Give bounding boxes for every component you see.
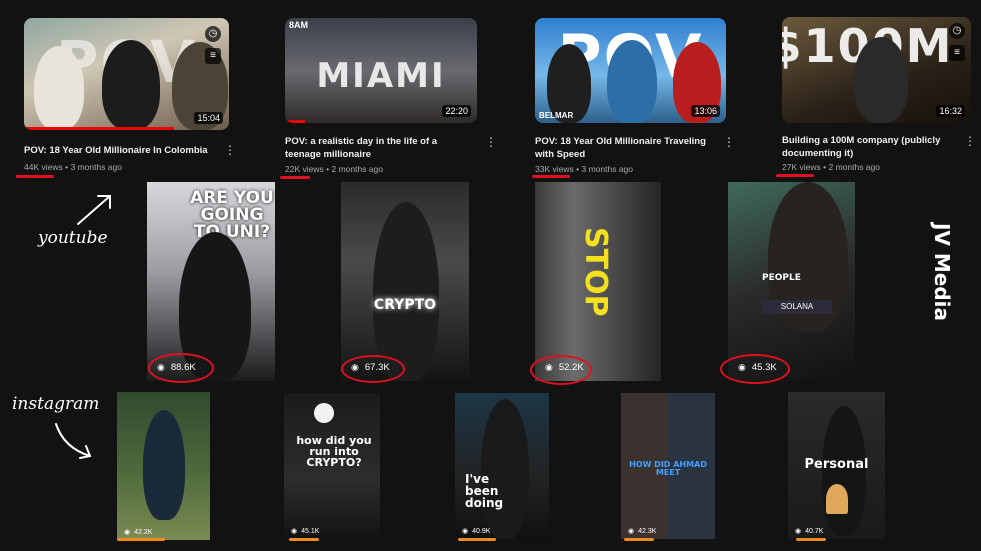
post-overlay-text: I've been doing xyxy=(465,472,504,510)
instagram-post-5[interactable]: Personal ◉ 40.7K xyxy=(788,392,885,539)
reel-overlay-text: PEOPLE xyxy=(762,273,801,283)
highlight-underline xyxy=(458,538,496,541)
video-title[interactable]: POV: 18 Year Old Millionaire In Colombia xyxy=(24,144,214,157)
more-options-icon[interactable]: ⋮ xyxy=(964,135,976,147)
highlight-underline xyxy=(532,175,570,178)
instagram-post-4[interactable]: HOW DID AHMAD MEET ◉ 42.3K xyxy=(621,393,715,539)
person-figure xyxy=(143,410,185,520)
highlight-circle xyxy=(148,353,214,383)
channel-tag: 8AM xyxy=(289,20,309,30)
more-options-icon[interactable]: ⋮ xyxy=(485,136,497,148)
duration-badge: 15:04 xyxy=(194,112,223,124)
eye-icon: ◉ xyxy=(462,528,469,535)
highlight-underline xyxy=(289,538,319,541)
highlight-underline xyxy=(624,538,654,541)
upload-age: 2 months ago xyxy=(331,164,383,174)
post-overlay-text: Personal xyxy=(804,457,869,472)
highlight-underline xyxy=(776,174,814,177)
brand-watermark: JV Media xyxy=(922,210,962,340)
upload-age: 3 months ago xyxy=(70,162,122,172)
reel-overlay-text: STOP xyxy=(578,227,613,317)
reel-overlay-text: ARE YOU GOING TO UNI? xyxy=(190,188,274,242)
post-overlay-text: how did you run into CRYPTO? xyxy=(296,434,372,469)
video-thumbnail[interactable]: $100M ◷ ≡ 16:32 xyxy=(782,17,971,123)
arrow-annotation-icon xyxy=(55,423,92,459)
person-figure xyxy=(854,37,908,123)
eye-icon: ◉ xyxy=(795,528,802,535)
moon-shape xyxy=(314,403,334,423)
duration-badge: 13:06 xyxy=(691,105,720,117)
video-meta: 33K views • 3 months ago xyxy=(535,164,633,174)
highlight-underline xyxy=(796,538,826,541)
highlight-circle xyxy=(720,354,790,384)
more-options-icon[interactable]: ⋮ xyxy=(723,136,735,148)
thumbnail-overlay-text: MIAMI xyxy=(316,56,446,96)
upload-age: 3 months ago xyxy=(581,164,633,174)
instagram-post-3[interactable]: I've been doing ◉ 40.9K xyxy=(455,393,549,539)
view-count: ◉ 40.9K xyxy=(462,527,491,536)
view-count: ◉ 45.1K xyxy=(291,527,320,536)
instagram-post-2[interactable]: how did you run into CRYPTO? ◉ 45.1K xyxy=(284,393,380,539)
view-count: ◉ 40.7K xyxy=(795,527,824,536)
person-figure xyxy=(373,202,439,381)
reel-overlay-text: CRYPTO xyxy=(373,297,437,313)
person-figure xyxy=(34,46,84,130)
video-thumbnail[interactable]: 8AM MIAMI 22:20 xyxy=(285,18,477,123)
youtube-label: youtube xyxy=(38,228,108,248)
highlight-underline xyxy=(117,538,165,541)
video-thumbnail[interactable]: POV ◷ ≡ 15:04 xyxy=(24,18,229,130)
ticker-chip: SOLANA xyxy=(762,300,832,314)
video-meta: 44K views • 3 months ago xyxy=(24,162,122,172)
watch-later-icon[interactable]: ◷ xyxy=(949,23,965,39)
post-overlay-text: HOW DID AHMAD MEET xyxy=(629,460,707,477)
instagram-post-1[interactable]: ◉ 42.2K xyxy=(117,392,210,540)
more-options-icon[interactable]: ⋮ xyxy=(224,144,236,156)
upload-age: 2 months ago xyxy=(828,162,880,172)
video-meta: 22K views • 2 months ago xyxy=(285,164,383,174)
video-thumbnail[interactable]: POV BELMAR 13:06 xyxy=(535,18,726,123)
person-figure xyxy=(102,40,160,130)
eye-icon: ◉ xyxy=(628,528,635,535)
highlight-circle xyxy=(530,355,592,385)
video-meta: 27K views • 2 months ago xyxy=(782,162,880,172)
person-figure xyxy=(481,399,529,539)
watch-later-icon[interactable]: ◷ xyxy=(205,26,221,42)
add-to-queue-icon[interactable]: ≡ xyxy=(949,45,965,61)
eye-icon: ◉ xyxy=(291,528,298,535)
person-emoji-icon xyxy=(826,484,848,514)
video-title[interactable]: Building a 100M company (publicly docume… xyxy=(782,134,952,160)
reel-card-2[interactable]: CRYPTO ◉ 67.3K xyxy=(341,182,469,381)
instagram-label: instagram xyxy=(12,394,100,414)
view-count: 22K views xyxy=(285,164,324,174)
view-count: 27K views xyxy=(782,162,821,172)
view-count: ◉ 42.2K xyxy=(124,528,153,537)
brand-text: JV Media xyxy=(930,222,954,322)
person-figure xyxy=(607,40,657,123)
add-to-queue-icon[interactable]: ≡ xyxy=(205,48,221,64)
reel-card-3[interactable]: STOP ◉ 52.2K xyxy=(535,182,661,381)
highlight-circle xyxy=(341,355,405,383)
highlight-underline xyxy=(16,175,54,178)
arrow-annotation-icon xyxy=(77,195,111,225)
watch-progress-bar xyxy=(24,127,174,130)
channel-tag: BELMAR xyxy=(539,111,574,120)
duration-badge: 22:20 xyxy=(442,105,471,117)
reel-card-4[interactable]: PEOPLE SOLANA ◉ 45.3K xyxy=(728,182,855,381)
view-count: ◉ 42.3K xyxy=(628,527,657,536)
video-title[interactable]: POV: 18 Year Old Millionaire Traveling w… xyxy=(535,135,707,161)
duration-badge: 16:32 xyxy=(936,105,965,117)
highlight-underline xyxy=(280,176,310,179)
view-count: 33K views xyxy=(535,164,574,174)
reel-card-1[interactable]: ARE YOU GOING TO UNI? ◉ 88.6K xyxy=(147,182,275,381)
view-count: 44K views xyxy=(24,162,63,172)
eye-icon: ◉ xyxy=(124,529,131,536)
video-title[interactable]: POV: a realistic day in the life of a te… xyxy=(285,135,460,161)
watch-progress-bar xyxy=(285,120,305,123)
